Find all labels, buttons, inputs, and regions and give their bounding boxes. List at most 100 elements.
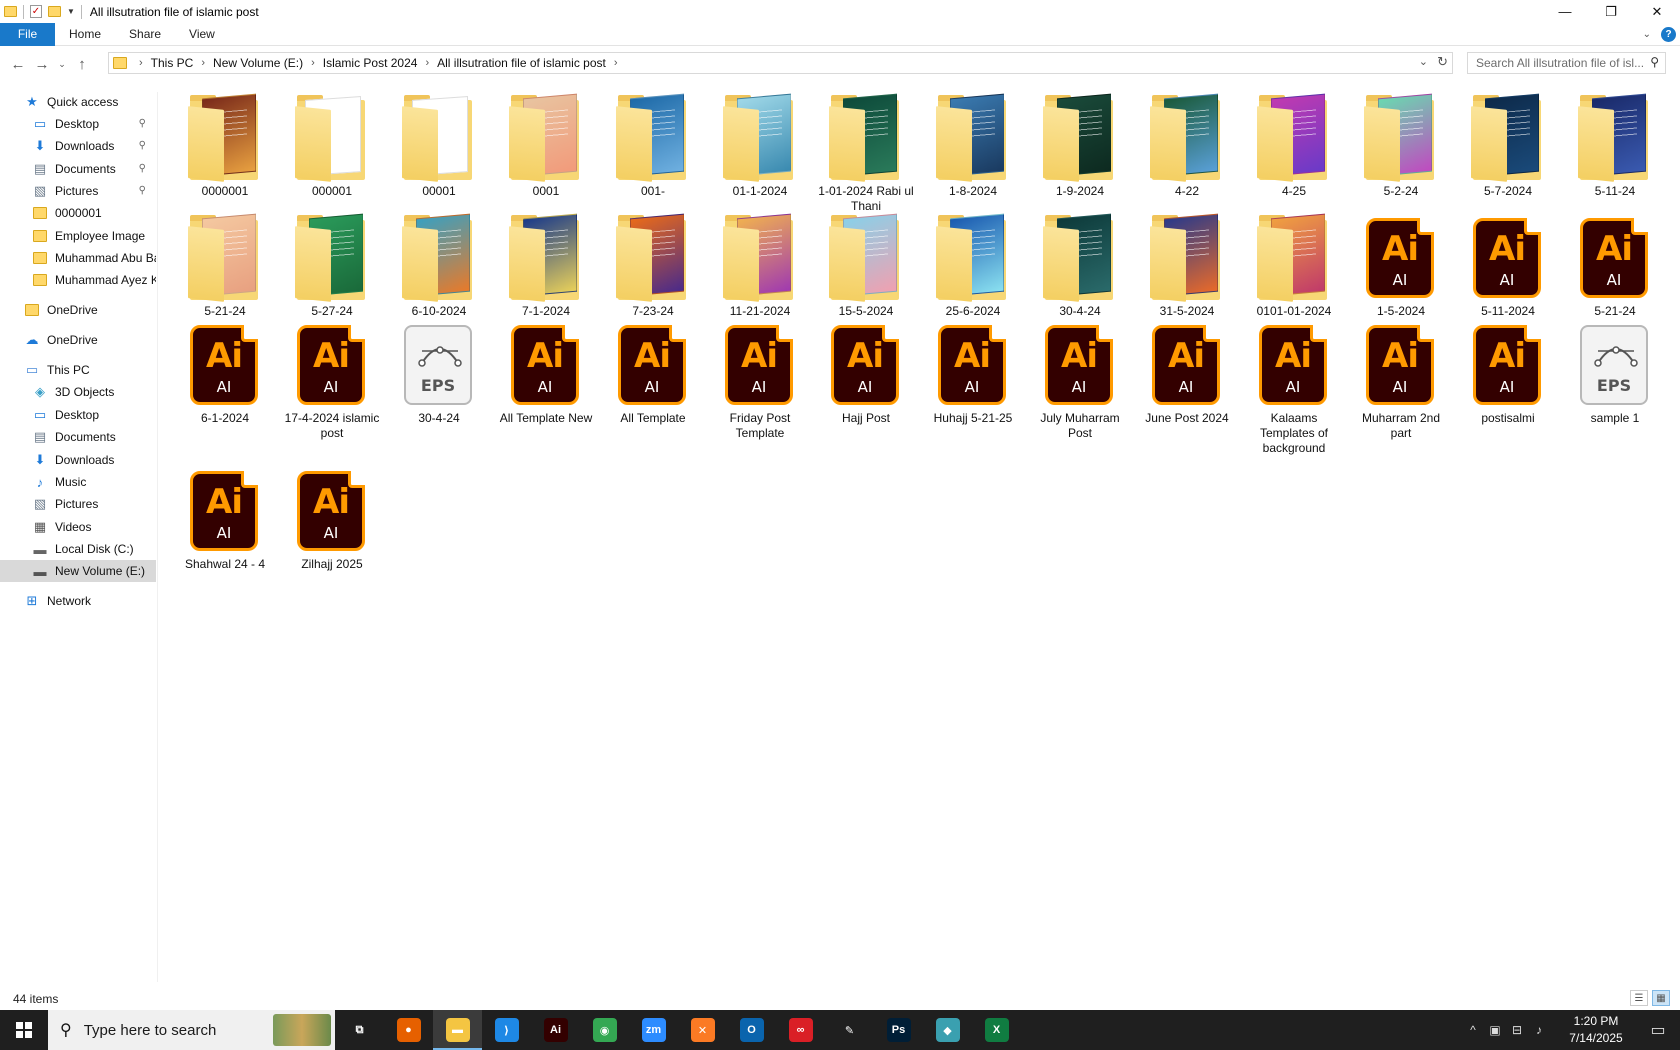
folder-item[interactable]: 0001 [493,92,599,199]
file-item[interactable]: Ai AI All Template [600,319,706,426]
folder-item[interactable]: 31-5-2024 [1134,212,1240,319]
sidebar-item[interactable]: ⬇ Downloads ⚲ [0,135,156,157]
folder-item[interactable]: 00001 [386,92,492,199]
chevron-right-icon[interactable]: › [201,57,205,69]
file-item[interactable]: Ai AI Friday Post Template [707,319,813,441]
file-item[interactable]: Ai AI 1-5-2024 [1348,212,1454,319]
sidebar-item[interactable]: ▤ Documents ⚲ [0,158,156,180]
expand-ribbon-icon[interactable]: ⌄ [1643,29,1651,40]
sidebar-item[interactable]: ▦ Videos [0,516,156,538]
sidebar-item[interactable]: ▬ New Volume (E:) [0,560,156,582]
taskbar-app-photoshop[interactable]: Ps [874,1010,923,1050]
sidebar-item[interactable]: Employee Image [0,225,156,247]
folder-item[interactable]: 5-27-24 [279,212,385,319]
folder-item[interactable]: 30-4-24 [1027,212,1133,319]
sidebar-item[interactable]: ☁ OneDrive [0,329,156,351]
taskbar-app-chrome[interactable]: ◉ [580,1010,629,1050]
network-icon[interactable]: ⊟ [1506,1023,1528,1037]
tab-view[interactable]: View [175,23,229,46]
folder-item[interactable]: 5-7-2024 [1455,92,1561,199]
folder-item[interactable]: 4-25 [1241,92,1347,199]
sidebar-item[interactable]: ◈ 3D Objects [0,381,156,403]
folder-item[interactable]: 1-8-2024 [920,92,1026,199]
file-item[interactable]: EPS sample 1 [1562,319,1668,426]
maximize-button[interactable]: ❐ [1588,0,1634,23]
file-item[interactable]: Ai AI 6-1-2024 [172,319,278,426]
folder-item[interactable]: 000001 [279,92,385,199]
folder-item[interactable]: 5-2-24 [1348,92,1454,199]
folder-item[interactable]: 001- [600,92,706,199]
taskbar-app-file-explorer[interactable]: ▬ [433,1010,482,1050]
folder-item[interactable]: 0000001 [172,92,278,199]
sidebar-item[interactable]: ▤ Documents [0,426,156,448]
file-item[interactable]: Ai AI All Template New [493,319,599,426]
address-history-chevron-icon[interactable]: ⌄ [1419,55,1428,68]
sidebar-item[interactable]: ⊞ Network [0,590,156,612]
taskbar-app-illustrator[interactable]: Ai [531,1010,580,1050]
recent-locations-button[interactable]: ⌄ [54,52,70,76]
sidebar-item[interactable]: ▭ Desktop [0,404,156,426]
forward-button[interactable]: → [30,52,54,76]
folder-item[interactable]: 6-10-2024 [386,212,492,319]
taskbar-app-app-diamond[interactable]: ◆ [923,1010,972,1050]
minimize-button[interactable]: — [1542,0,1588,23]
file-item[interactable]: EPS 30-4-24 [386,319,492,426]
sidebar-item[interactable]: ▧ Pictures ⚲ [0,180,156,202]
taskbar-app-task-view[interactable]: ⧉ [335,1010,384,1050]
folder-item[interactable]: 1-9-2024 [1027,92,1133,199]
search-input[interactable]: Search All illsutration file of isl... ⚲ [1467,52,1666,74]
file-item[interactable]: Ai AI Zilhajj 2025 [279,465,385,572]
taskbar-app-pen-tool[interactable]: ✎ [825,1010,874,1050]
breadcrumb-this-pc[interactable]: This PC [151,56,194,70]
folder-item[interactable]: 25-6-2024 [920,212,1026,319]
meet-now-icon[interactable]: ▣ [1484,1023,1506,1037]
sidebar-item[interactable]: ▧ Pictures [0,493,156,515]
taskbar-app-zoom[interactable]: zm [629,1010,678,1050]
file-item[interactable]: Ai AI 5-21-24 [1562,212,1668,319]
chevron-right-icon[interactable]: › [139,57,143,69]
chevron-up-icon[interactable]: ^ [1462,1023,1484,1037]
refresh-icon[interactable]: ↻ [1437,54,1448,70]
sidebar-item[interactable]: ★ Quick access [0,91,156,113]
chevron-down-icon[interactable]: ▼ [67,7,75,16]
taskbar-app-xampp[interactable]: ✕ [678,1010,727,1050]
sidebar-item[interactable]: ⬇ Downloads [0,449,156,471]
properties-icon[interactable]: ✓ [30,5,42,18]
folder-item[interactable]: 15-5-2024 [813,212,919,319]
folder-item[interactable]: 7-23-24 [600,212,706,319]
sidebar-item[interactable]: Muhammad Ayez K [0,269,156,291]
sidebar-item[interactable]: Muhammad Abu Ba [0,247,156,269]
file-item[interactable]: Ai AI postisalmi [1455,319,1561,426]
back-button[interactable]: ← [6,52,30,76]
file-item[interactable]: Ai AI July Muharram Post [1027,319,1133,441]
folder-item[interactable]: 5-21-24 [172,212,278,319]
folder-item[interactable]: 5-11-24 [1562,92,1668,199]
new-folder-icon[interactable] [48,6,61,17]
address-bar[interactable]: › This PC › New Volume (E:) › Islamic Post … [108,52,1453,74]
breadcrumb-islamic-post[interactable]: Islamic Post 2024 [323,56,418,70]
details-view-button[interactable]: ☰ [1630,990,1648,1006]
taskbar-app-excel[interactable]: X [972,1010,1021,1050]
tab-share[interactable]: Share [115,23,175,46]
file-item[interactable]: Ai AI Shahwal 24 - 4 [172,465,278,572]
folder-item[interactable]: 7-1-2024 [493,212,599,319]
file-item[interactable]: Ai AI Hajj Post [813,319,919,426]
sidebar-item[interactable]: ♪ Music [0,471,156,493]
sidebar-item[interactable]: 0000001 [0,202,156,224]
help-icon[interactable]: ? [1661,27,1676,42]
large-icons-view-button[interactable]: ▦ [1652,990,1670,1006]
notification-icon[interactable]: ▭ [1636,1020,1680,1040]
folder-item[interactable]: 0101-01-2024 [1241,212,1347,319]
file-item[interactable]: Ai AI Huhajj 5-21-25 [920,319,1026,426]
sidebar-item[interactable]: ▬ Local Disk (C:) [0,538,156,560]
up-button[interactable]: ↑ [70,52,94,76]
file-item[interactable]: Ai AI Muharram 2nd part [1348,319,1454,441]
start-button[interactable] [0,1010,48,1050]
sidebar-item[interactable]: ▭ Desktop ⚲ [0,113,156,135]
file-item[interactable]: Ai AI 5-11-2024 [1455,212,1561,319]
breadcrumb-current-folder[interactable]: All illsutration file of islamic post [437,56,606,70]
taskbar-search-box[interactable]: ⚲ Type here to search [48,1010,335,1050]
taskbar-app-vscode[interactable]: ⟩ [482,1010,531,1050]
clock[interactable]: 1:20 PM 7/14/2025 [1556,1013,1636,1047]
sidebar-item[interactable]: ▭ This PC [0,359,156,381]
